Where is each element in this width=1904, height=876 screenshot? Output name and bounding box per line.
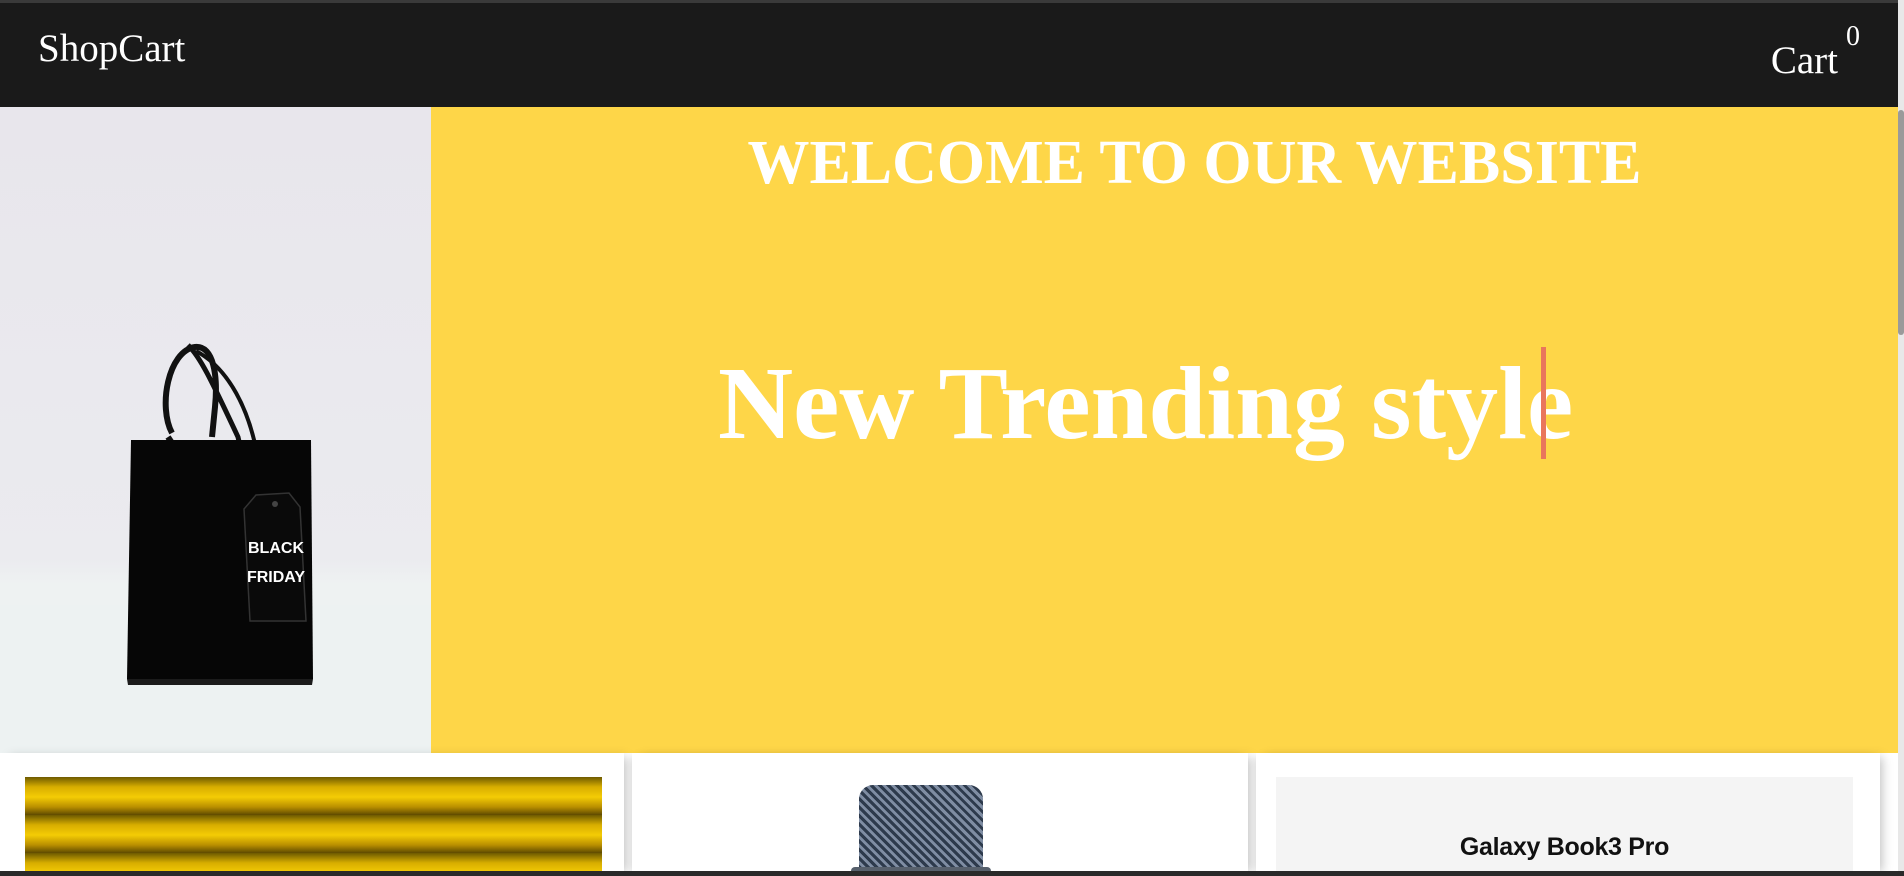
hero-image-black-friday-bag: BLACK FRIDAY [0,107,431,753]
product-image-laptop: Galaxy Book3 Pro [1276,777,1853,876]
scrollbar-thumb[interactable] [1898,110,1904,335]
tag-text-line1: BLACK [248,540,304,557]
hero-section: BLACK FRIDAY WELCOME TO OUR WEBSITE New … [0,107,1898,753]
product-card[interactable] [632,753,1248,876]
navbar: ShopCart Cart 0 [0,3,1898,107]
page-scrollbar[interactable] [1898,0,1904,876]
welcome-heading: WELCOME TO OUR WEBSITE [747,129,1642,197]
hero-text-panel: WELCOME TO OUR WEBSITE New Trending styl… [431,107,1898,753]
product-grid: Galaxy Book3 Pro [0,753,1898,876]
shopping-bag-illustration: BLACK FRIDAY [0,343,431,753]
typing-text: New Trending style [718,346,1574,461]
product-card[interactable] [0,753,624,876]
laptop-image-text: Galaxy Book3 Pro [1459,833,1670,861]
cart-count-badge: 0 [1846,21,1860,52]
tag-text-line2: FRIDAY [247,569,305,586]
brand-logo-link[interactable]: ShopCart [38,29,185,68]
cart-label: Cart [1770,39,1838,82]
typing-caret [1541,347,1546,459]
product-image-smartwatch [632,777,1248,876]
watch-band-graphic [851,785,991,876]
window-bottom-border [0,871,1904,876]
product-card[interactable]: Galaxy Book3 Pro [1256,753,1880,876]
cart-link[interactable]: Cart 0 [1770,23,1860,82]
product-image-yellow-texture [25,777,602,876]
